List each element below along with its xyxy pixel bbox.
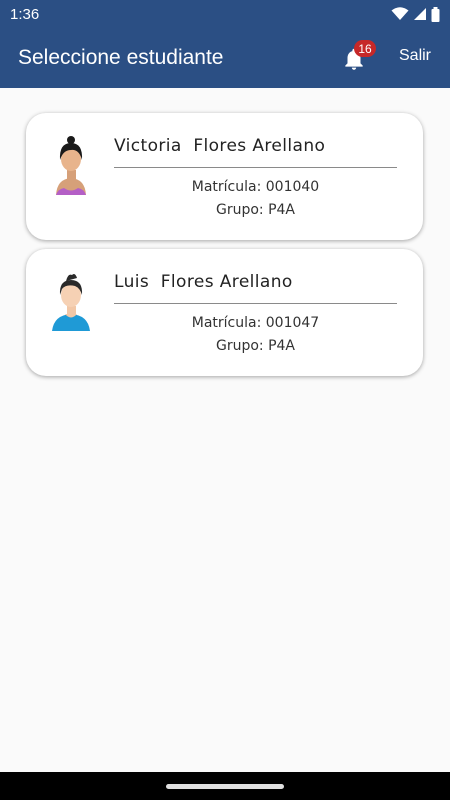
home-gesture-handle[interactable] (166, 784, 284, 789)
female-student-avatar-icon (56, 136, 86, 195)
student-name: Luis Flores Arellano (114, 272, 293, 292)
status-icons (391, 6, 440, 22)
divider (114, 167, 397, 168)
signal-icon (414, 8, 426, 20)
divider (114, 303, 397, 304)
student-matricula: Matrícula: 001047 (191, 315, 320, 331)
status-time: 1:36 (10, 5, 40, 23)
notifications-button[interactable]: 16 (340, 40, 376, 74)
student-group: Grupo: P4A (215, 202, 296, 218)
logout-button[interactable]: Salir (399, 47, 431, 65)
page-title: Seleccione estudiante (18, 46, 224, 69)
male-student-avatar-icon (52, 274, 90, 331)
system-navigation-bar (0, 772, 450, 800)
app-bar: Seleccione estudiante 16 Salir (0, 28, 450, 88)
student-name: Victoria Flores Arellano (114, 136, 326, 156)
wifi-icon (391, 7, 409, 20)
student-group: Grupo: P4A (215, 338, 296, 354)
student-card[interactable]: Victoria Flores Arellano Matrícula: 0010… (26, 113, 423, 240)
notification-badge: 16 (354, 40, 376, 57)
battery-icon (431, 6, 440, 22)
status-bar: 1:36 (0, 0, 450, 28)
student-card[interactable]: Luis Flores Arellano Matrícula: 001047 G… (26, 249, 423, 376)
student-matricula: Matrícula: 001040 (191, 179, 320, 195)
